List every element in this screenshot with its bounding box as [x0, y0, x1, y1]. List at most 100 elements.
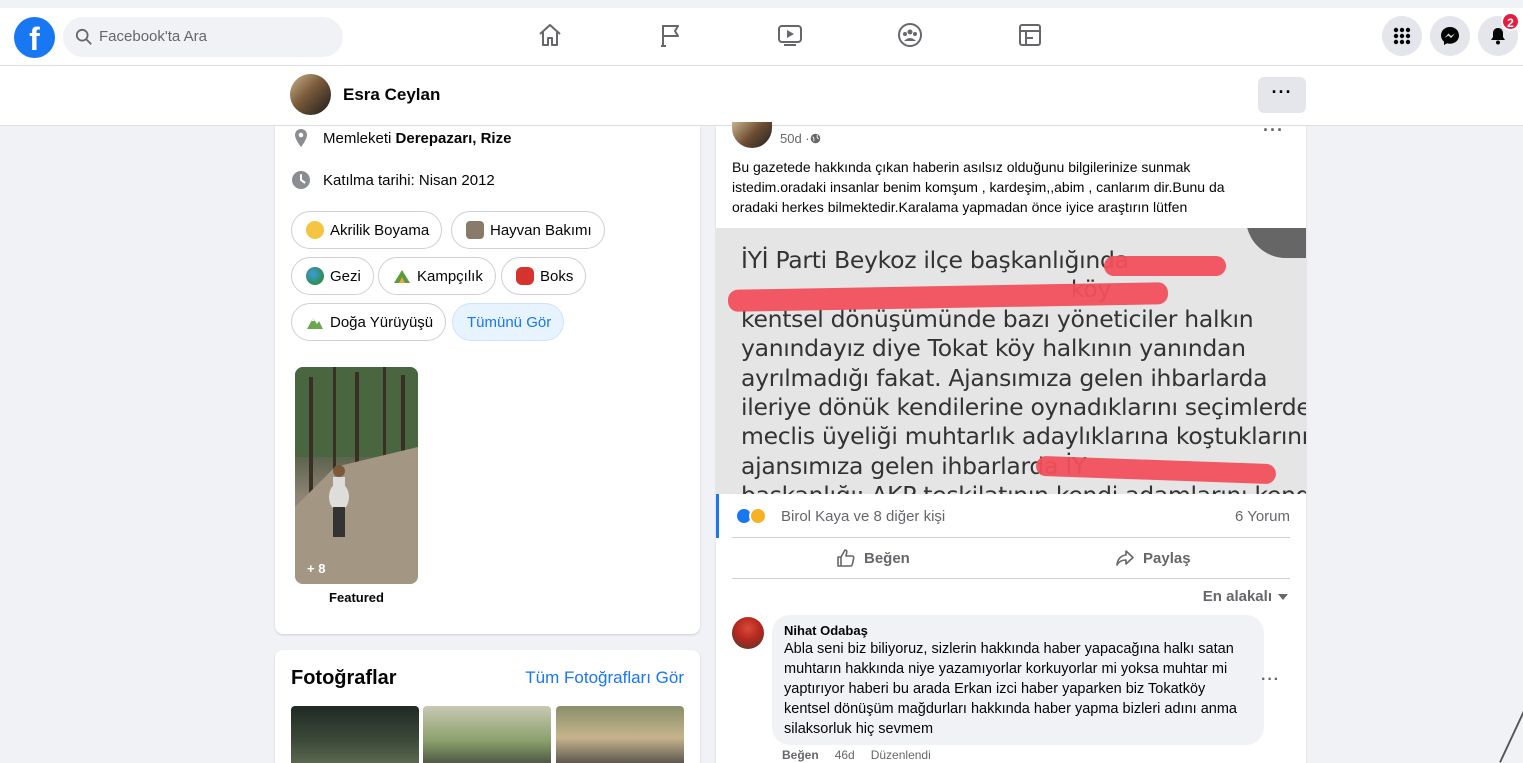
sort-label: En alakalı [1202, 588, 1272, 605]
facebook-logo[interactable]: f [14, 17, 55, 58]
comment-bubble: Nihat Odabaş Abla seni biz biliyoruz, si… [772, 615, 1264, 745]
clock-icon [292, 171, 310, 189]
clipping-line: ayrılmadığı fakat. Ajansımıza gelen ihba… [741, 363, 1268, 392]
see-all-photos-link[interactable]: Tüm Fotoğrafları Gör [525, 668, 684, 688]
commenter-name[interactable]: Nihat Odabaş [784, 623, 1252, 638]
gaming-icon [1019, 24, 1041, 46]
hobby-chip-acrylic[interactable]: Akrilik Boyama [291, 211, 443, 249]
nav-gaming[interactable] [1016, 21, 1048, 53]
location-pin-icon [295, 129, 307, 147]
featured-collection-image[interactable]: + 8 [295, 367, 418, 584]
tent-icon [394, 270, 410, 283]
home-icon [539, 24, 561, 46]
profile-sticky-header: Esra Ceylan ··· [0, 66, 1523, 126]
hobby-chip-camping[interactable]: Kampçılık [378, 257, 496, 295]
caret-down-icon [1278, 593, 1288, 600]
share-label: Paylaş [1143, 549, 1191, 567]
groups-icon [898, 23, 922, 47]
search-input[interactable]: Facebook'ta Ara [99, 28, 207, 45]
post-options-button[interactable]: ··· [1263, 120, 1284, 141]
globe-icon [306, 267, 324, 285]
hobby-label: Doğa Yürüyüşü [330, 313, 434, 331]
nav-pages[interactable] [657, 21, 689, 53]
hobby-label: Gezi [330, 267, 361, 285]
nav-groups[interactable] [896, 21, 928, 53]
nav-home[interactable] [536, 21, 568, 53]
cursor-edge-artifact [1499, 689, 1523, 763]
hobby-label: Akrilik Boyama [330, 221, 430, 239]
dog-icon [466, 221, 484, 239]
comments-count[interactable]: 6 Yorum [1235, 508, 1290, 525]
see-all-hobbies-button[interactable]: Tümünü Gör [452, 303, 565, 341]
watch-icon [778, 25, 802, 46]
thumbs-up-icon [837, 549, 855, 567]
reaction-icons[interactable] [735, 507, 767, 525]
notification-badge: 2 [1501, 12, 1520, 31]
post-image[interactable]: İYİ Parti Beykoz ilçe başkanlığında köy … [716, 228, 1306, 494]
post-author-avatar[interactable] [732, 122, 772, 148]
share-button[interactable]: Paylaş [1115, 538, 1191, 578]
comment-meta: Beğen 46d Düzenlendi [782, 748, 931, 762]
post-card: 50d · ··· Bu gazetede hakkında çıkan hab… [716, 120, 1306, 763]
hometown-value[interactable]: Derepazarı, Rize [396, 130, 512, 147]
search-box[interactable]: Facebook'ta Ara [63, 17, 343, 57]
reactions-summary[interactable]: Birol Kaya ve 8 diğer kişi [781, 508, 945, 525]
redaction-mark [1104, 256, 1226, 276]
like-button[interactable]: Beğen [836, 538, 910, 578]
photo-thumbnail[interactable] [556, 706, 684, 763]
photos-title[interactable]: Fotoğraflar [291, 667, 397, 690]
boxing-glove-icon [516, 267, 534, 285]
newspaper-clipping-text: İYİ Parti Beykoz ilçe başkanlığında köy … [741, 246, 1306, 494]
hobby-chip-travel[interactable]: Gezi [291, 257, 374, 295]
top-navigation-bar: f Facebook'ta Ara 2 [0, 8, 1523, 66]
featured-count: + 8 [307, 561, 326, 576]
forest-photo [295, 367, 418, 584]
joined-text: Katılma tarihi: Nisan 2012 [323, 171, 495, 189]
clipping-line: başkanlığı: AKP teşkilatının kendi adaml… [741, 481, 1306, 494]
photo-thumbnail[interactable] [423, 706, 551, 763]
notifications-button[interactable]: 2 [1478, 12, 1520, 56]
comment-options-button[interactable]: ··· [1261, 671, 1280, 689]
reactions-bar: Birol Kaya ve 8 diğer kişi 6 Yorum [716, 494, 1306, 538]
search-icon [75, 28, 92, 45]
featured-label[interactable]: Featured [295, 590, 418, 605]
hobby-label: Hayvan Bakımı [490, 221, 592, 239]
menu-button[interactable] [1382, 16, 1422, 56]
pages-flag-icon [661, 25, 679, 47]
joined-row: Katılma tarihi: Nisan 2012 [291, 170, 495, 190]
hobby-chip-hiking[interactable]: Doğa Yürüyüşü [291, 303, 447, 341]
mountain-icon [307, 318, 323, 329]
photos-card: Fotoğraflar Tüm Fotoğrafları Gör [275, 650, 700, 763]
hobby-label: Kampçılık [417, 267, 483, 285]
messenger-button[interactable] [1430, 16, 1470, 56]
profile-avatar[interactable] [290, 74, 331, 115]
comment-age[interactable]: 46d [835, 748, 855, 762]
clipping-line: ileriye dönük kendilerine oynadıklarını … [741, 393, 1306, 422]
nav-watch[interactable] [776, 21, 808, 53]
commenter-avatar[interactable] [732, 617, 764, 649]
post-actions: Beğen Paylaş [732, 537, 1290, 579]
intro-card: Memleketi Derepazarı, Rize Katılma tarih… [275, 126, 700, 634]
like-label: Beğen [864, 549, 910, 567]
post-text: Bu gazetede hakkında çıkan haberin asıls… [732, 159, 1225, 215]
hobby-chip-boxing[interactable]: Boks [501, 257, 587, 295]
post-timestamp[interactable]: 50d · [780, 131, 821, 146]
paint-palette-icon [306, 221, 324, 239]
hometown-row: Memleketi Derepazarı, Rize [291, 128, 511, 148]
comment-like-button[interactable]: Beğen [782, 748, 819, 762]
hobby-label: Boks [540, 267, 574, 285]
share-arrow-icon [1116, 550, 1134, 566]
comment-sort-dropdown[interactable]: En alakalı [1203, 588, 1288, 605]
globe-privacy-icon [810, 133, 820, 144]
profile-more-button[interactable]: ··· [1258, 77, 1306, 113]
messenger-icon [1441, 27, 1459, 45]
hobby-chip-pet-care[interactable]: Hayvan Bakımı [451, 211, 605, 249]
post-time: 50d · [780, 131, 810, 146]
hometown-prefix: Memleketi [323, 129, 392, 147]
clipping-line: meclis üyeliği muhtarlık adaylıklarına k… [741, 422, 1306, 451]
care-reaction-icon [749, 507, 767, 525]
photo-thumbnail[interactable] [291, 706, 419, 763]
profile-name[interactable]: Esra Ceylan [343, 85, 440, 105]
comment-text: Abla seni biz biliyoruz, sizlerin hakkın… [784, 641, 1237, 737]
grid-menu-icon [1393, 27, 1411, 45]
